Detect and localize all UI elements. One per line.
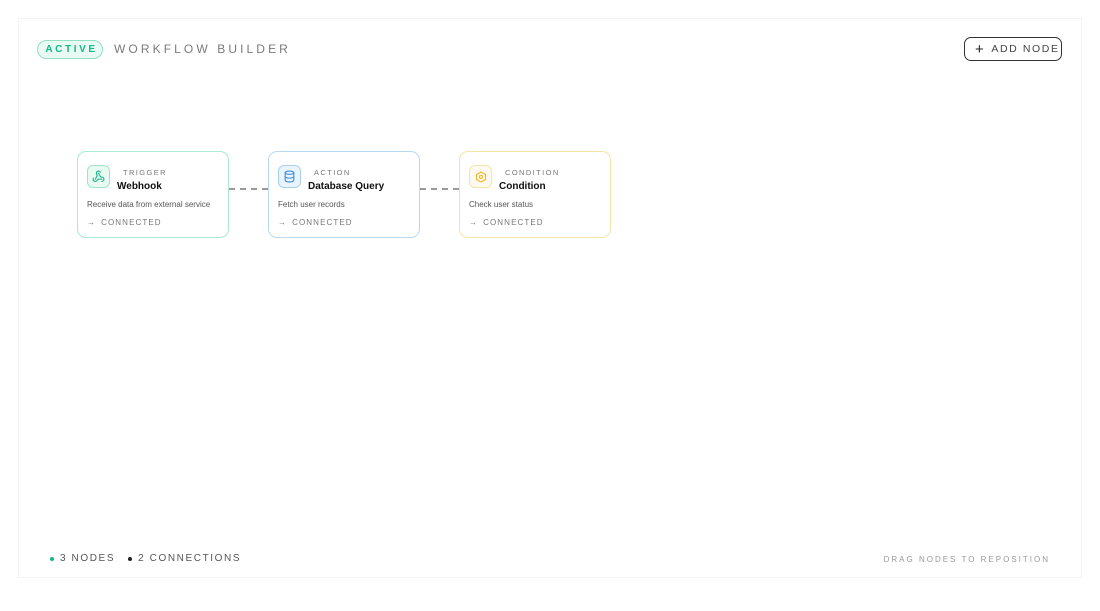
connections-count: 2 CONNECTIONS [138, 553, 242, 564]
black-dot-icon [128, 556, 133, 561]
arrow-right-icon: → [278, 218, 288, 227]
database-icon [278, 165, 301, 188]
node-type-label: ACTION [314, 168, 351, 177]
hexagon-gear-icon [469, 165, 492, 188]
node-action-database-query[interactable]: ACTION Database Query Fetch user records… [268, 151, 420, 238]
node-status: → CONNECTED [278, 218, 353, 227]
drag-hint: DRAG NODES TO REPOSITION [883, 555, 1050, 564]
node-status-label: CONNECTED [292, 218, 353, 227]
node-description: Receive data from external service [87, 200, 211, 209]
webhook-icon [87, 165, 110, 188]
nodes-count: 3 NODES [60, 553, 116, 564]
node-description: Check user status [469, 200, 534, 209]
node-condition[interactable]: CONDITION Condition Check user status → … [459, 151, 611, 238]
connector-line [229, 188, 268, 190]
node-description: Fetch user records [278, 200, 345, 209]
node-trigger-webhook[interactable]: TRIGGER Webhook Receive data from extern… [77, 151, 229, 238]
green-dot-icon [50, 556, 54, 561]
plus-icon: + [975, 40, 986, 58]
node-name: Database Query [308, 181, 385, 192]
connector-line [420, 188, 459, 190]
workflow-canvas[interactable] [18, 18, 1082, 578]
page-title: WORKFLOW BUILDER [114, 42, 291, 56]
node-status-label: CONNECTED [101, 218, 162, 227]
node-name: Condition [499, 181, 546, 192]
node-status: → CONNECTED [87, 218, 162, 227]
node-status: → CONNECTED [469, 218, 544, 227]
node-type-label: CONDITION [505, 168, 560, 177]
arrow-right-icon: → [469, 218, 479, 227]
node-name: Webhook [117, 181, 162, 192]
canvas-stats: 3 NODES 2 CONNECTIONS [50, 553, 241, 564]
arrow-right-icon: → [87, 218, 97, 227]
add-node-button[interactable]: + ADD NODE [964, 37, 1062, 61]
status-badge: ACTIVE [37, 40, 103, 59]
node-status-label: CONNECTED [483, 218, 544, 227]
add-node-label: ADD NODE [991, 43, 1060, 55]
node-type-label: TRIGGER [123, 168, 167, 177]
